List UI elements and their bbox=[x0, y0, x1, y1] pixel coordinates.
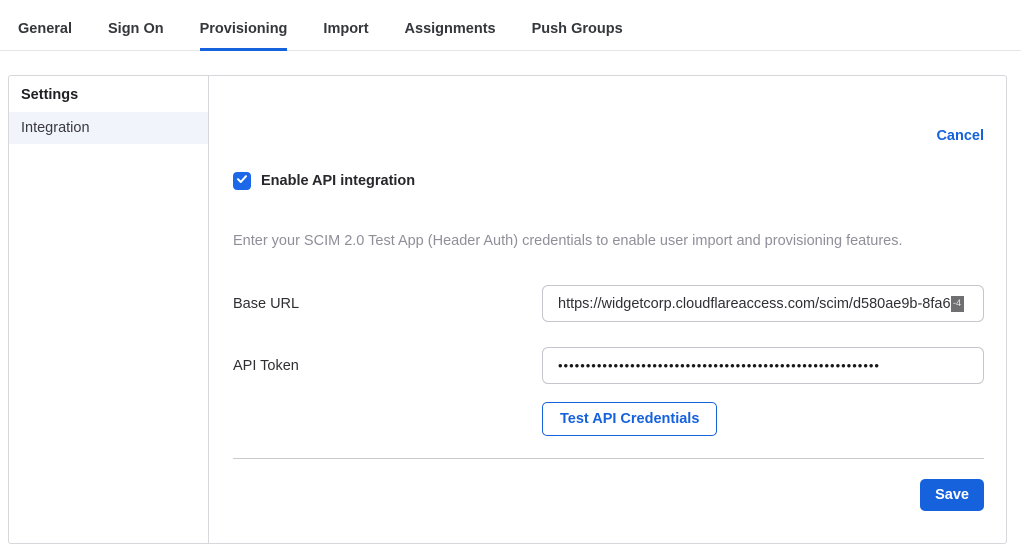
tab-provisioning[interactable]: Provisioning bbox=[200, 5, 288, 51]
api-token-masked-value: ••••••••••••••••••••••••••••••••••••••••… bbox=[558, 358, 880, 373]
api-token-label: API Token bbox=[233, 358, 542, 374]
base-url-input[interactable]: https://widgetcorp.cloudflareaccess.com/… bbox=[542, 285, 984, 322]
cancel-link[interactable]: Cancel bbox=[936, 128, 984, 144]
base-url-value: https://widgetcorp.cloudflareaccess.com/… bbox=[558, 296, 951, 312]
api-token-input[interactable]: ••••••••••••••••••••••••••••••••••••••••… bbox=[542, 347, 984, 384]
credentials-description: Enter your SCIM 2.0 Test App (Header Aut… bbox=[233, 233, 984, 249]
tab-push-groups[interactable]: Push Groups bbox=[532, 5, 623, 51]
enable-api-label: Enable API integration bbox=[261, 173, 415, 189]
footer-divider bbox=[233, 458, 984, 459]
integration-form: Cancel Enable API integration Enter your… bbox=[209, 76, 1007, 543]
base-url-label: Base URL bbox=[233, 296, 542, 312]
tab-sign-on[interactable]: Sign On bbox=[108, 5, 164, 51]
settings-sidebar: Settings Integration bbox=[9, 76, 209, 543]
enable-api-checkbox[interactable] bbox=[233, 172, 251, 190]
sidebar-item-integration[interactable]: Integration bbox=[9, 112, 208, 144]
sidebar-header: Settings bbox=[9, 76, 208, 112]
provisioning-panel: Settings Integration Cancel Enable API i… bbox=[8, 75, 1007, 544]
tab-general[interactable]: General bbox=[18, 5, 72, 51]
checkmark-icon bbox=[236, 172, 248, 190]
tab-import[interactable]: Import bbox=[323, 5, 368, 51]
tab-assignments[interactable]: Assignments bbox=[405, 5, 496, 51]
app-tabs: General Sign On Provisioning Import Assi… bbox=[0, 0, 1021, 51]
test-api-credentials-button[interactable]: Test API Credentials bbox=[542, 402, 717, 436]
save-button[interactable]: Save bbox=[920, 479, 984, 511]
base-url-overflow-selection: -4 bbox=[951, 296, 964, 312]
